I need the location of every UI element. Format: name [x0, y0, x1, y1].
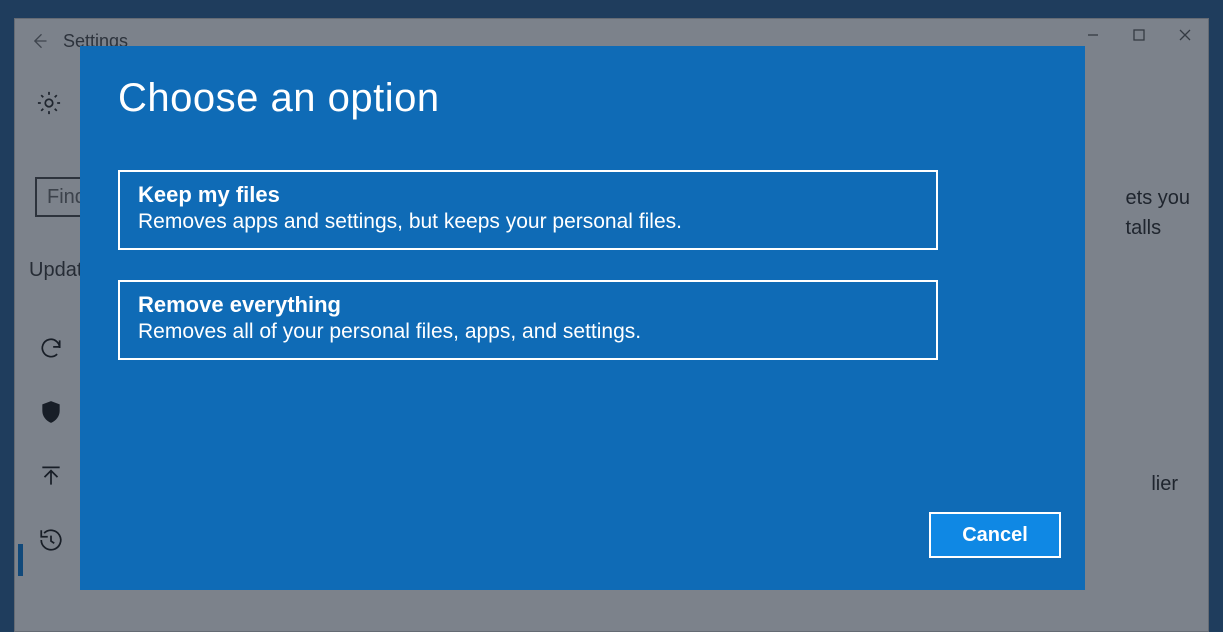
reset-pc-dialog: Choose an option Keep my files Removes a… — [80, 46, 1085, 590]
option-title: Keep my files — [138, 182, 918, 208]
option-description: Removes all of your personal files, apps… — [138, 320, 918, 344]
dialog-option-list: Keep my files Removes apps and settings,… — [118, 170, 938, 390]
cancel-button[interactable]: Cancel — [929, 512, 1061, 558]
cancel-button-label: Cancel — [962, 524, 1028, 547]
option-remove-everything[interactable]: Remove everything Removes all of your pe… — [118, 280, 938, 360]
option-description: Removes apps and settings, but keeps you… — [138, 210, 918, 234]
option-keep-my-files[interactable]: Keep my files Removes apps and settings,… — [118, 170, 938, 250]
dialog-title: Choose an option — [118, 76, 440, 121]
option-title: Remove everything — [138, 292, 918, 318]
